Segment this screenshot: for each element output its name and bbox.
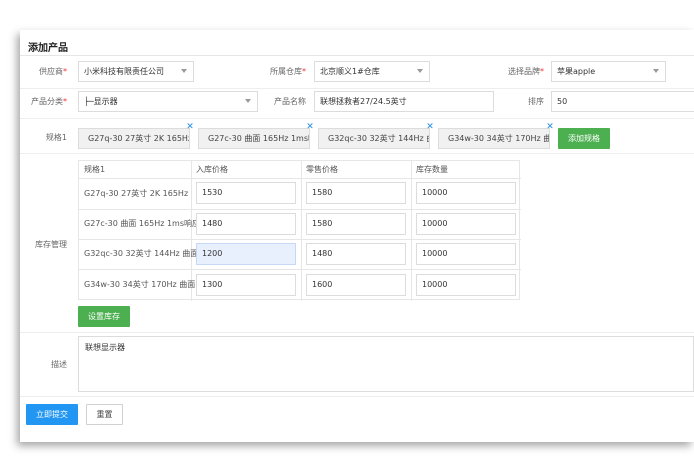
sort-input[interactable]: 50	[551, 91, 694, 112]
row-divider	[79, 178, 521, 179]
row-divider	[20, 118, 694, 119]
spec-cell: G34w-30 34英寸 170Hz 曲面	[84, 280, 196, 289]
spec-tag[interactable]: G27c-30 曲面 165Hz 1ms响应	[198, 128, 310, 149]
column-header: 零售价格	[306, 165, 338, 174]
chevron-down-icon	[417, 69, 423, 73]
add-spec-button[interactable]: 添加规格	[558, 128, 610, 149]
reset-button[interactable]: 重置	[86, 404, 123, 425]
spec-tag[interactable]: G32qc-30 32英寸 144Hz 曲面	[318, 128, 430, 149]
stock-input[interactable]: 10000	[416, 274, 516, 296]
close-icon[interactable]: ✕	[546, 123, 554, 132]
spec-cell: G27c-30 曲面 165Hz 1ms响应	[84, 219, 201, 228]
title-divider	[20, 55, 694, 56]
chevron-down-icon	[245, 99, 251, 103]
close-icon[interactable]: ✕	[186, 123, 194, 132]
column-header: 入库价格	[196, 165, 228, 174]
row-divider	[20, 153, 694, 154]
warehouse-label: 所属仓库*	[270, 67, 306, 76]
brand-value: 苹果apple	[557, 67, 596, 76]
column-header: 库存数量	[416, 165, 448, 174]
in-price-input[interactable]: 1530	[196, 182, 296, 204]
supplier-select[interactable]: 小米科技有限责任公司	[78, 61, 194, 82]
category-select[interactable]: ├─显示器	[78, 91, 258, 112]
inventory-table: 规格1 入库价格 零售价格 库存数量 G27q-30 27英寸 2K 165Hz…	[78, 160, 521, 301]
submit-button[interactable]: 立即提交	[26, 404, 78, 425]
row-divider	[20, 332, 694, 333]
page-title: 添加产品	[28, 43, 68, 54]
row-divider	[20, 396, 694, 397]
close-icon[interactable]: ✕	[426, 123, 434, 132]
in-price-input[interactable]: 1200	[196, 243, 296, 265]
stock-input[interactable]: 10000	[416, 213, 516, 235]
column-header: 规格1	[84, 165, 106, 174]
category-value: ├─显示器	[84, 97, 118, 106]
retail-price-input[interactable]: 1480	[306, 243, 406, 265]
category-label: 产品分类*	[31, 97, 67, 106]
in-price-input[interactable]: 1480	[196, 213, 296, 235]
chevron-down-icon	[181, 69, 187, 73]
add-product-card: 添加产品 供应商* 小米科技有限责任公司 所属仓库* 北京顺义1#仓库 选择品牌…	[20, 30, 694, 442]
close-icon[interactable]: ✕	[306, 123, 314, 132]
column-divider	[411, 161, 412, 301]
row-divider	[20, 88, 694, 89]
chevron-down-icon	[653, 69, 659, 73]
spec-cell: G32qc-30 32英寸 144Hz 曲面	[84, 249, 199, 258]
row-divider	[79, 239, 521, 240]
warehouse-select[interactable]: 北京顺义1#仓库	[314, 61, 430, 82]
brand-label: 选择品牌*	[508, 67, 544, 76]
stock-input[interactable]: 10000	[416, 243, 516, 265]
retail-price-input[interactable]: 1580	[306, 182, 406, 204]
product-name-label: 产品名称	[274, 97, 306, 106]
product-name-input[interactable]: 联想拯救者27/24.5英寸	[314, 91, 494, 112]
description-label: 描述	[51, 360, 67, 369]
row-divider	[79, 209, 521, 210]
column-divider	[301, 161, 302, 301]
stock-input[interactable]: 10000	[416, 182, 516, 204]
warehouse-value: 北京顺义1#仓库	[320, 67, 380, 76]
retail-price-input[interactable]: 1580	[306, 213, 406, 235]
inventory-label: 库存管理	[35, 240, 67, 249]
brand-select[interactable]: 苹果apple	[551, 61, 666, 82]
spec-label: 规格1	[45, 133, 67, 142]
set-inventory-button[interactable]: 设置库存	[78, 306, 130, 327]
supplier-value: 小米科技有限责任公司	[84, 67, 164, 76]
supplier-label: 供应商*	[39, 67, 67, 76]
retail-price-input[interactable]: 1600	[306, 274, 406, 296]
spec-tag[interactable]: G27q-30 27英寸 2K 165Hz	[78, 128, 190, 149]
spec-cell: G27q-30 27英寸 2K 165Hz	[84, 189, 189, 198]
sort-label: 排序	[528, 97, 544, 106]
description-textarea[interactable]: 联想显示器	[78, 336, 694, 392]
in-price-input[interactable]: 1300	[196, 274, 296, 296]
row-divider	[79, 269, 521, 270]
spec-tag[interactable]: G34w-30 34英寸 170Hz 曲面	[438, 128, 550, 149]
